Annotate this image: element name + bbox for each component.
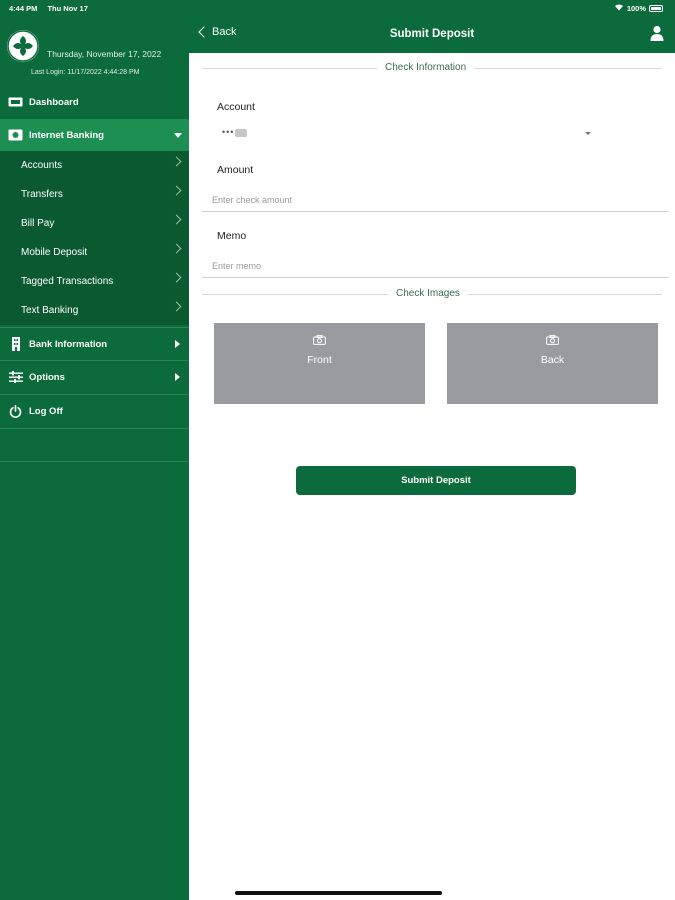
camera-icon <box>313 335 326 348</box>
caret-right-icon <box>175 373 180 381</box>
internet-banking-icon <box>8 129 23 141</box>
status-date: Thu Nov 17 <box>47 4 88 13</box>
chevron-right-icon <box>171 301 182 312</box>
submenu-item-mobile-deposit[interactable]: Mobile Deposit <box>0 238 189 267</box>
nav-log-off[interactable]: Log Off <box>0 394 189 427</box>
nav-dashboard-label: Dashboard <box>29 96 79 108</box>
chevron-right-icon <box>171 156 182 167</box>
submenu-item-text-banking[interactable]: Text Banking <box>0 296 189 325</box>
nav-dashboard[interactable]: Dashboard <box>0 87 189 117</box>
caret-right-icon <box>175 340 180 348</box>
power-icon <box>8 404 23 418</box>
submenu-item-accounts[interactable]: Accounts <box>0 151 189 180</box>
check-images-heading: Check Images <box>388 288 468 299</box>
submenu-item-tagged-transactions[interactable]: Tagged Transactions <box>0 267 189 296</box>
camera-icon <box>546 335 559 348</box>
check-back-capture[interactable]: Back <box>447 323 658 404</box>
internet-banking-submenu: Accounts Transfers Bill Pay Mobile Depos… <box>0 151 189 325</box>
account-masked-number: ••• <box>222 127 235 137</box>
submenu-item-label: Mobile Deposit <box>21 247 88 258</box>
current-date: Thursday, November 17, 2022 <box>47 49 162 59</box>
memo-input[interactable] <box>202 254 669 278</box>
home-indicator[interactable] <box>235 891 442 895</box>
check-front-label: Front <box>307 354 332 366</box>
chevron-right-icon <box>171 214 182 225</box>
sidebar-divider <box>0 461 189 462</box>
check-information-heading: Check Information <box>377 62 475 73</box>
dropdown-arrow-icon <box>585 132 591 135</box>
bank-building-icon <box>8 337 23 351</box>
nav-options[interactable]: Options <box>0 360 189 393</box>
submenu-item-bill-pay[interactable]: Bill Pay <box>0 209 189 238</box>
submenu-item-transfers[interactable]: Transfers <box>0 180 189 209</box>
battery-percent: 100% <box>626 3 646 13</box>
last-login: Last Login: 11/17/2022 4:44:28 PM <box>31 69 140 76</box>
sliders-icon <box>8 371 23 383</box>
nav-internet-banking-label: Internet Banking <box>29 129 104 141</box>
status-bar: 4:44 PM Thu Nov 17 100% <box>0 0 675 16</box>
sidebar: Thursday, November 17, 2022 Last Login: … <box>0 0 189 900</box>
submenu-item-label: Transfers <box>21 189 63 200</box>
nav-bank-information-label: Bank Information <box>29 338 108 350</box>
battery-icon <box>649 4 663 12</box>
submenu-item-label: Tagged Transactions <box>21 276 114 287</box>
amount-input[interactable] <box>202 188 669 212</box>
main-panel: Back Submit Deposit Check Information Ac… <box>189 0 675 900</box>
status-time: 4:44 PM <box>9 4 38 13</box>
user-profile-icon[interactable] <box>650 25 664 41</box>
check-back-label: Back <box>540 354 565 366</box>
submenu-item-label: Text Banking <box>21 305 79 316</box>
wifi-icon <box>614 3 624 13</box>
chevron-right-icon <box>171 272 182 283</box>
chevron-right-icon <box>171 243 182 254</box>
nav-bank-information[interactable]: Bank Information <box>0 327 189 360</box>
sidebar-divider <box>0 428 189 429</box>
redacted-account-digits <box>235 128 248 137</box>
page-title: Submit Deposit <box>389 28 475 40</box>
check-front-capture[interactable]: Front <box>214 323 425 404</box>
chevron-right-icon <box>171 185 182 196</box>
account-label: Account <box>217 101 255 113</box>
submit-deposit-button[interactable]: Submit Deposit <box>296 466 576 495</box>
submenu-item-label: Accounts <box>21 160 63 171</box>
caret-down-icon <box>174 132 182 138</box>
account-select-value: ••• <box>222 127 248 137</box>
memo-label: Memo <box>217 230 247 242</box>
nav-log-off-label: Log Off <box>29 405 63 417</box>
nav-options-label: Options <box>29 371 65 383</box>
submenu-item-label: Bill Pay <box>21 218 55 229</box>
nav-internet-banking[interactable]: Internet Banking <box>0 119 189 151</box>
dashboard-icon <box>8 96 23 108</box>
bank-logo <box>7 30 39 62</box>
amount-label: Amount <box>217 164 254 176</box>
